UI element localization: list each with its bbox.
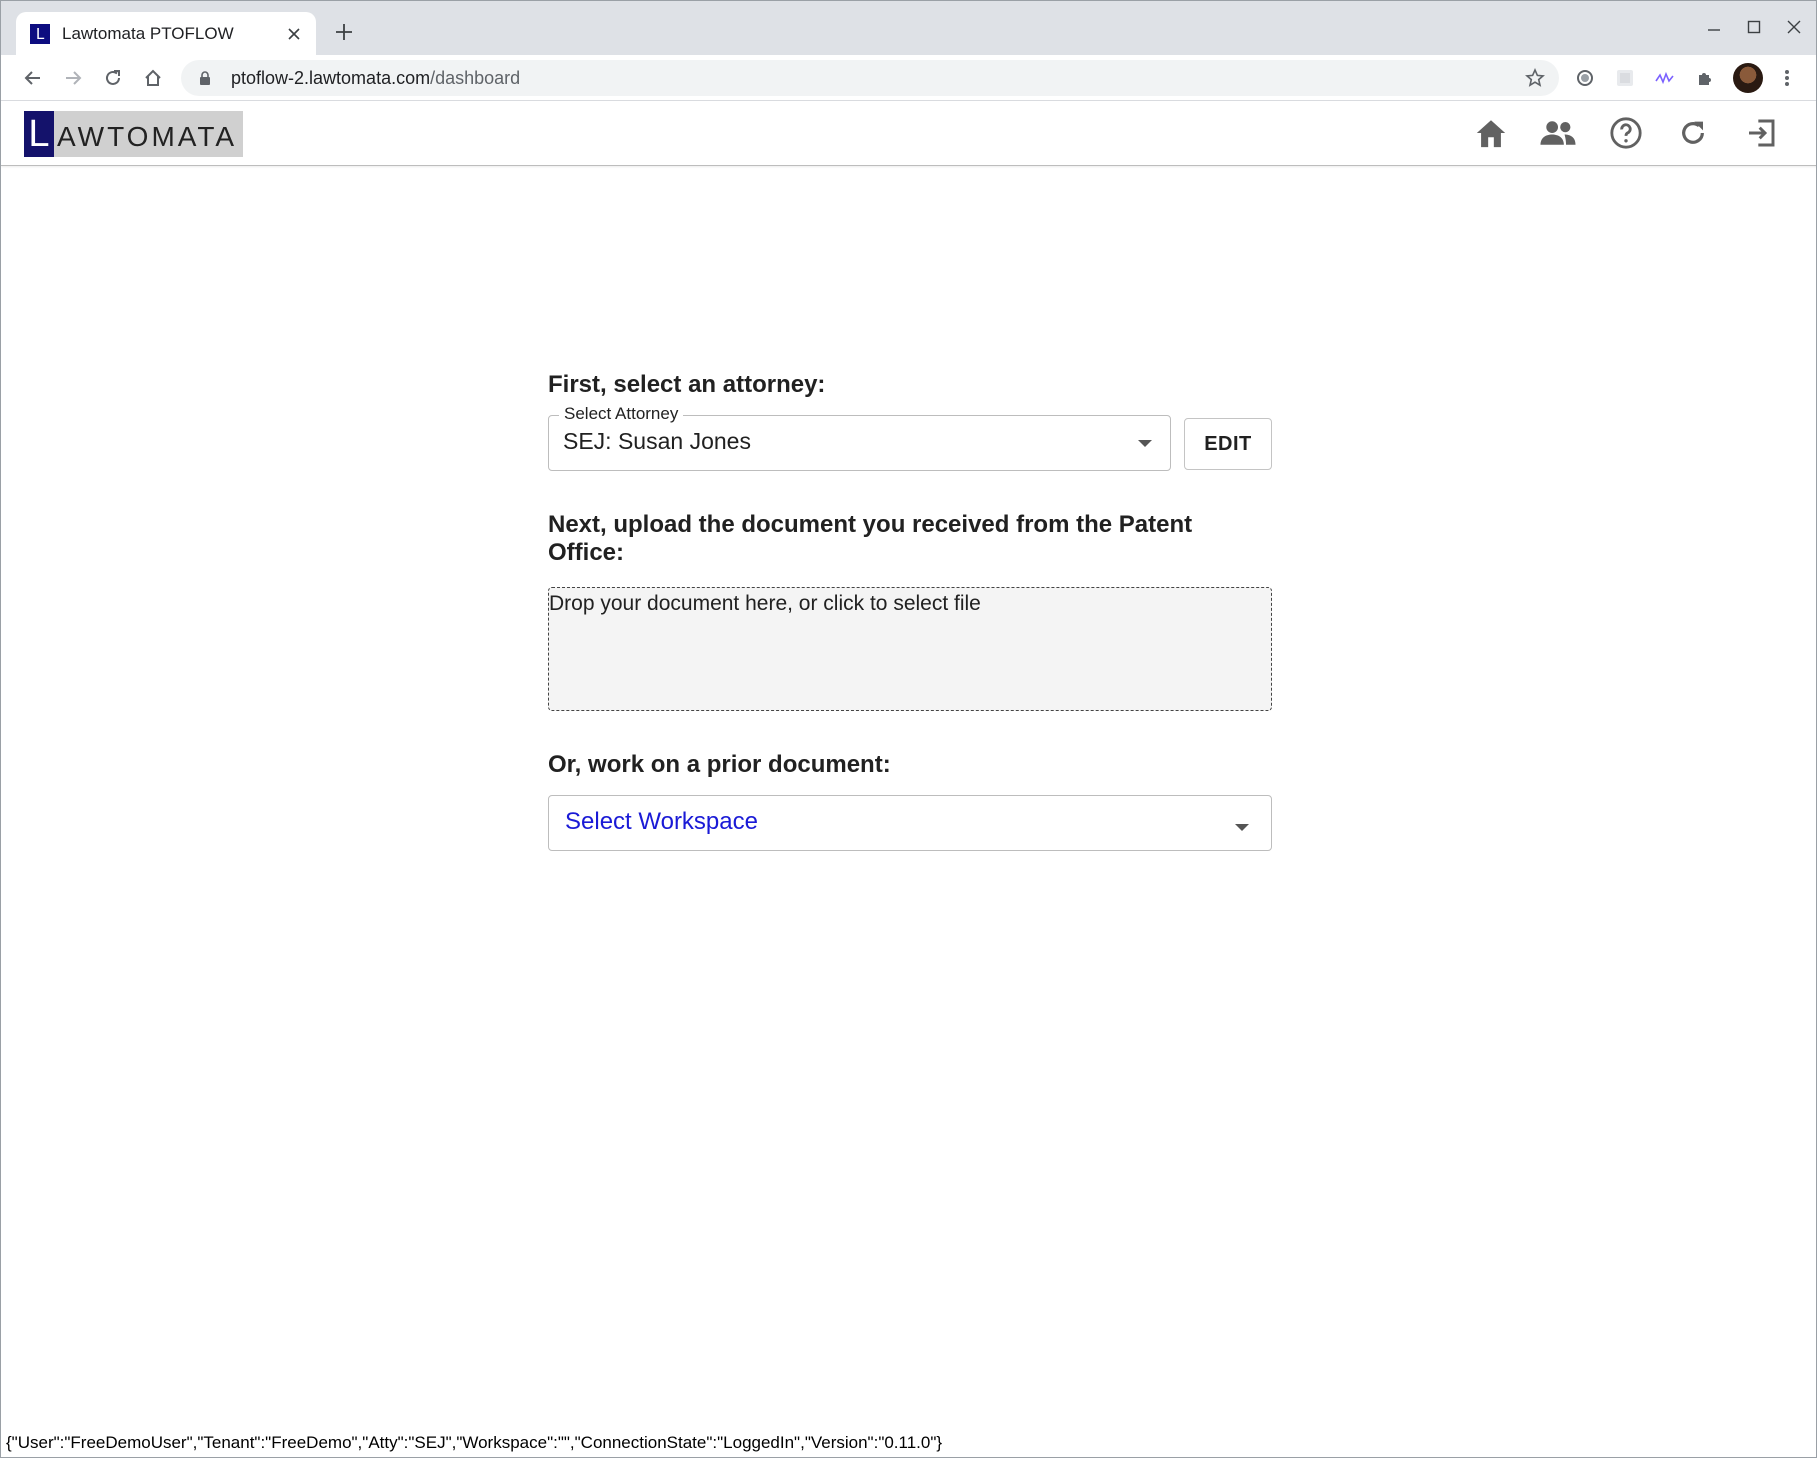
close-tab-icon[interactable] — [280, 20, 308, 48]
dropzone-text: Drop your document here, or click to sel… — [549, 592, 981, 615]
extension-circle-icon[interactable] — [1573, 66, 1597, 90]
attorney-select-value: SEJ: Susan Jones — [563, 428, 751, 454]
help-icon[interactable] — [1606, 113, 1646, 153]
extensions-puzzle-icon[interactable] — [1693, 66, 1717, 90]
tab-strip: L Lawtomata PTOFLOW — [1, 1, 1816, 55]
upload-heading: Next, upload the document you received f… — [548, 511, 1193, 566]
logo-text: AWTOMATA — [57, 121, 238, 152]
prior-document-heading: Or, work on a prior document: — [548, 751, 891, 778]
edit-attorney-button[interactable]: EDIT — [1184, 418, 1272, 470]
tab-title: Lawtomata PTOFLOW — [62, 23, 234, 43]
document-dropzone[interactable]: Drop your document here, or click to sel… — [548, 587, 1272, 711]
browser-tab[interactable]: L Lawtomata PTOFLOW — [16, 12, 316, 55]
refresh-icon[interactable] — [1673, 113, 1713, 153]
url-path: /dashboard — [430, 67, 521, 88]
workspace-select-placeholder: Select Workspace — [565, 808, 758, 835]
attorney-heading: First, select an attorney: — [548, 371, 826, 398]
dashboard-main: First, select an attorney: Select Attorn… — [548, 371, 1272, 851]
reload-icon[interactable] — [97, 62, 129, 94]
maximize-icon[interactable] — [1734, 11, 1774, 43]
app-header: L AWTOMATA — [1, 101, 1816, 166]
minimize-icon[interactable] — [1694, 11, 1734, 43]
attorney-row: Select Attorney SEJ: Susan Jones EDIT — [548, 404, 1272, 471]
lock-icon — [197, 70, 213, 86]
home-browser-icon[interactable] — [137, 62, 169, 94]
url-text: ptoflow-2.lawtomata.com/dashboard — [231, 68, 520, 89]
window-close-icon[interactable] — [1774, 11, 1814, 43]
address-bar[interactable]: ptoflow-2.lawtomata.com/dashboard — [181, 60, 1559, 96]
browser-menu-icon[interactable] — [1775, 66, 1799, 90]
attorney-select[interactable]: Select Attorney SEJ: Susan Jones — [548, 404, 1171, 471]
lawtomata-logo[interactable]: L AWTOMATA — [24, 111, 244, 157]
dropdown-arrow-icon — [1138, 440, 1152, 447]
home-icon[interactable] — [1471, 113, 1511, 153]
workspace-select[interactable]: Select Workspace — [548, 795, 1272, 851]
back-icon[interactable] — [17, 62, 49, 94]
logout-icon[interactable] — [1741, 113, 1781, 153]
attorney-select-label: Select Attorney — [559, 404, 684, 424]
dropdown-arrow-icon — [1235, 824, 1249, 831]
people-icon[interactable] — [1538, 113, 1578, 153]
forward-icon[interactable] — [57, 62, 89, 94]
url-host: ptoflow-2.lawtomata.com — [231, 67, 431, 88]
extension-wave-icon[interactable] — [1653, 66, 1677, 90]
extension-tile-icon[interactable] — [1613, 66, 1637, 90]
browser-toolbar: ptoflow-2.lawtomata.com/dashboard — [1, 55, 1816, 101]
session-status-text: {"User":"FreeDemoUser","Tenant":"FreeDem… — [6, 1433, 943, 1452]
favicon-icon: L — [30, 23, 50, 44]
bookmark-star-icon[interactable] — [1523, 66, 1547, 90]
logo-initial: L — [24, 111, 54, 157]
profile-avatar[interactable] — [1733, 63, 1763, 93]
browser-window: L Lawtomata PTOFLOW ptoflow-2.lawtomata.… — [0, 0, 1817, 1458]
new-tab-button[interactable] — [329, 17, 359, 47]
